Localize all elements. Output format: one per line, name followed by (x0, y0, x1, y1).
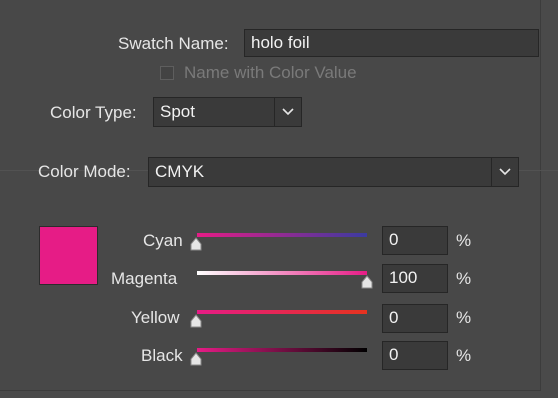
cyan-label: Cyan (143, 231, 183, 250)
name-with-color-value-checkbox[interactable] (160, 66, 174, 80)
color-type-value: Spot (160, 102, 195, 121)
name-with-color-value-label: Name with Color Value (184, 63, 357, 82)
color-type-select[interactable]: Spot (153, 97, 302, 127)
yellow-slider[interactable] (197, 310, 367, 314)
yellow-percent: % (456, 308, 472, 327)
black-percent: % (456, 346, 472, 365)
black-slider[interactable] (197, 348, 367, 352)
cyan-percent: % (456, 231, 472, 250)
yellow-label: Yellow (131, 308, 180, 327)
magenta-label: Magenta (111, 269, 178, 288)
swatch-name-input[interactable]: holo foil (244, 29, 539, 57)
cyan-value-input[interactable]: 0 (382, 226, 448, 255)
color-mode-label: Color Mode: (38, 162, 131, 181)
color-type-label: Color Type: (50, 103, 137, 122)
color-swatch-preview (39, 226, 98, 285)
cyan-slider[interactable] (197, 233, 367, 237)
yellow-value-input[interactable]: 0 (382, 304, 448, 333)
magenta-slider[interactable] (197, 271, 367, 275)
color-mode-select[interactable]: CMYK (148, 157, 519, 187)
black-value-input[interactable]: 0 (382, 341, 448, 370)
chevron-down-icon[interactable] (491, 158, 518, 186)
swatch-name-label: Swatch Name: (118, 34, 229, 53)
chevron-down-icon[interactable] (274, 98, 301, 126)
color-mode-value: CMYK (155, 162, 205, 181)
black-label: Black (141, 346, 183, 365)
magenta-percent: % (456, 269, 472, 288)
magenta-value-input[interactable]: 100 (382, 264, 448, 293)
swatch-options-panel: Swatch Name: holo foil Name with Color V… (0, 0, 558, 391)
